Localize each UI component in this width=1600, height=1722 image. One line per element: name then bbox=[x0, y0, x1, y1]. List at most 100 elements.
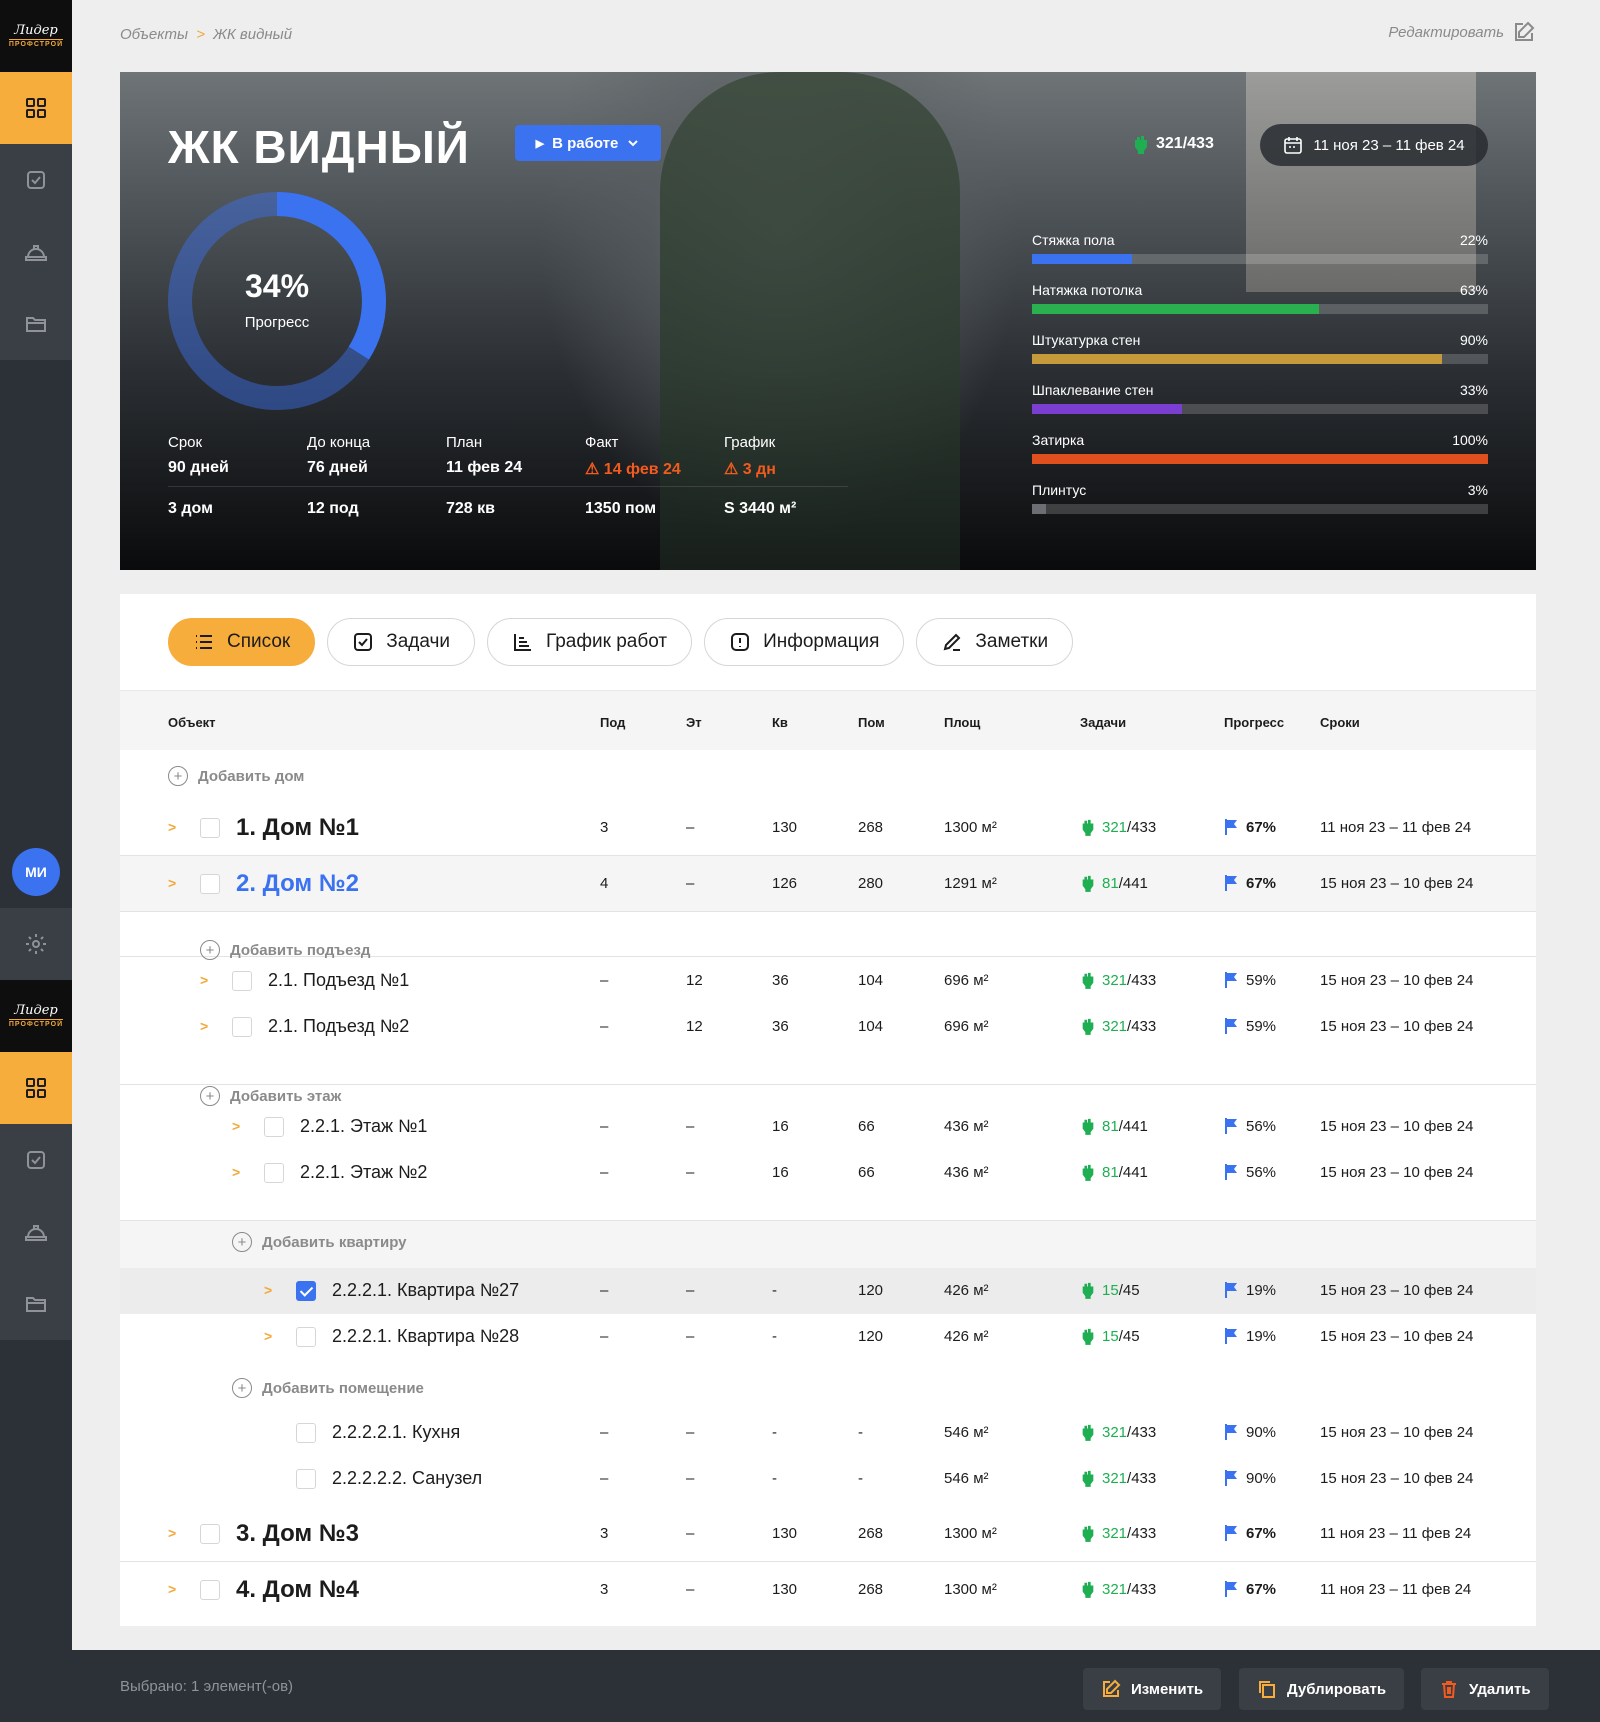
tab-info[interactable]: Информация bbox=[704, 618, 905, 666]
plus-circle-icon: + bbox=[200, 940, 220, 960]
row-name[interactable]: 2.2.2.1. Квартира №27 bbox=[332, 1280, 519, 1301]
cell-dates: 11 ноя 23 – 11 фев 24 bbox=[1320, 1525, 1472, 1542]
add-apartment-button[interactable]: + Добавить квартиру bbox=[232, 1232, 407, 1252]
row-checkbox[interactable] bbox=[232, 1017, 252, 1037]
flag-icon bbox=[1225, 1282, 1237, 1298]
nav-objects[interactable] bbox=[0, 72, 72, 144]
cell-pod: – bbox=[600, 1018, 609, 1035]
tab-list[interactable]: Список bbox=[168, 618, 316, 666]
column-object[interactable]: Объект bbox=[168, 715, 216, 730]
column-apartments[interactable]: Кв bbox=[772, 715, 788, 730]
table-row[interactable]: 2.2.2.2.2. Санузел – – - - 546 м² 321/433 90% 15… bbox=[120, 1456, 1536, 1502]
row-checkbox[interactable] bbox=[200, 1524, 220, 1544]
add-house-button[interactable]: + Добавить дом bbox=[168, 766, 304, 786]
column-progress[interactable]: Прогресс bbox=[1224, 715, 1284, 730]
row-checkbox[interactable] bbox=[296, 1423, 316, 1443]
cell-pod: 3 bbox=[600, 1581, 609, 1598]
row-checkbox[interactable] bbox=[200, 874, 220, 894]
expand-chevron-icon[interactable]: > bbox=[168, 1581, 176, 1597]
row-checkbox[interactable] bbox=[200, 818, 220, 838]
cell-area: 696 м² bbox=[944, 972, 989, 989]
tab-schedule[interactable]: График работ bbox=[487, 618, 693, 666]
table-row[interactable]: >1. Дом №1 3 – 130 268 1300 м² 321/433 67% 11 но… bbox=[120, 800, 1536, 856]
nav-workers[interactable] bbox=[0, 216, 72, 288]
table-row[interactable]: >2.2.2.1. Квартира №28– – -120 426 м² 15/45 1… bbox=[120, 1314, 1536, 1360]
row-checkbox[interactable] bbox=[264, 1117, 284, 1137]
expand-chevron-icon[interactable]: > bbox=[168, 1525, 176, 1541]
column-dates[interactable]: Сроки bbox=[1320, 715, 1360, 730]
column-floors[interactable]: Эт bbox=[686, 715, 702, 730]
table-row[interactable]: >2.1. Подъезд №1 – 12 36 104 696 м² 321/433 59%… bbox=[120, 958, 1536, 1004]
row-checkbox[interactable] bbox=[200, 1580, 220, 1600]
row-name[interactable]: 2.2.2.1. Квартира №28 bbox=[332, 1326, 519, 1347]
settings-button[interactable] bbox=[0, 908, 72, 980]
column-entrances[interactable]: Под bbox=[600, 715, 625, 730]
row-checkbox[interactable] bbox=[264, 1163, 284, 1183]
table-row[interactable]: >2.2.1. Этаж №2 – – 16 66 436 м² 81/441 56% 15 н… bbox=[120, 1150, 1536, 1196]
row-name[interactable]: 2.2.1. Этаж №1 bbox=[300, 1116, 427, 1137]
cell-tasks: 15/45 bbox=[1080, 1281, 1140, 1299]
expand-chevron-icon[interactable]: > bbox=[264, 1328, 272, 1344]
table-row[interactable]: >2. Дом №2 4 – 126 280 1291 м² 81/441 67% 15 ноя… bbox=[120, 856, 1536, 912]
breadcrumb-root[interactable]: Объекты bbox=[120, 26, 188, 43]
cell-dates: 15 ноя 23 – 10 фев 24 bbox=[1320, 1118, 1474, 1135]
row-name[interactable]: 2.2.1. Этаж №2 bbox=[300, 1162, 427, 1183]
project-hero: ЖК ВИДНЫЙ ▶ В работе 321/433 11 ноя 23 –… bbox=[120, 72, 1536, 570]
expand-chevron-icon[interactable]: > bbox=[232, 1164, 240, 1180]
add-floor-button[interactable]: + Добавить этаж bbox=[200, 1086, 341, 1106]
delete-button[interactable]: Удалить bbox=[1421, 1668, 1549, 1710]
add-room-button[interactable]: + Добавить помещение bbox=[232, 1378, 424, 1398]
nav-documents[interactable] bbox=[0, 288, 72, 360]
add-entrance-button[interactable]: + Добавить подъезд bbox=[200, 940, 370, 960]
row-name[interactable]: 2.2.2.2.1. Кухня bbox=[332, 1422, 460, 1443]
expand-chevron-icon[interactable]: > bbox=[200, 1018, 208, 1034]
row-checkbox[interactable] bbox=[296, 1469, 316, 1489]
row-name[interactable]: 2.1. Подъезд №2 bbox=[268, 1016, 409, 1037]
row-name[interactable]: 1. Дом №1 bbox=[236, 814, 359, 842]
table-row[interactable]: >2.2.1. Этаж №1 – – 16 66 436 м² 81/441 56% 15 н… bbox=[120, 1104, 1536, 1150]
cell-progress: 19% bbox=[1224, 1327, 1276, 1345]
row-name[interactable]: 2.1. Подъезд №1 bbox=[268, 970, 409, 991]
row-checkbox[interactable] bbox=[296, 1281, 316, 1301]
table-row[interactable]: >2.1. Подъезд №2 – 12 36 104 696 м² 321/433 59%… bbox=[120, 1004, 1536, 1050]
cell-tasks: 15/45 bbox=[1080, 1327, 1140, 1345]
column-rooms[interactable]: Пом bbox=[858, 715, 885, 730]
nav-documents-2[interactable] bbox=[0, 1268, 72, 1340]
nav-workers-2[interactable] bbox=[0, 1196, 72, 1268]
row-checkbox[interactable] bbox=[232, 971, 252, 991]
table-row[interactable]: >4. Дом №4 3 – 130 268 1300 м² 321/433 67% 11 но… bbox=[120, 1562, 1536, 1618]
tab-notes[interactable]: Заметки bbox=[916, 618, 1074, 666]
stat-value: 11 фев 24 bbox=[446, 459, 523, 476]
user-avatar[interactable]: МИ bbox=[12, 848, 60, 896]
table-row[interactable]: >2.2.2.1. Квартира №27– – -120 426 м² 15/45 1… bbox=[120, 1268, 1536, 1314]
row-name[interactable]: 4. Дом №4 bbox=[236, 1576, 359, 1604]
duplicate-button[interactable]: Дублировать bbox=[1239, 1668, 1405, 1710]
date-range-text: 11 ноя 23 – 11 фев 24 bbox=[1313, 136, 1465, 154]
company-logo[interactable]: Лидер ПРОФСТРОЙ bbox=[0, 0, 72, 72]
status-dropdown[interactable]: ▶ В работе bbox=[515, 125, 661, 161]
expand-chevron-icon[interactable]: > bbox=[264, 1282, 272, 1298]
nav-tasks-2[interactable] bbox=[0, 1124, 72, 1196]
copy-icon bbox=[1259, 1681, 1275, 1698]
table-row[interactable]: >3. Дом №3 3 – 130 268 1300 м² 321/433 67% 11 но… bbox=[120, 1506, 1536, 1562]
tab-tasks[interactable]: Задачи bbox=[327, 618, 476, 666]
work-bar: Затирка 100% bbox=[1032, 432, 1488, 482]
row-name[interactable]: 3. Дом №3 bbox=[236, 1520, 359, 1548]
column-area[interactable]: Площ bbox=[944, 715, 980, 730]
row-name[interactable]: 2.2.2.2.2. Санузел bbox=[332, 1468, 482, 1489]
change-button[interactable]: Изменить bbox=[1083, 1668, 1222, 1710]
expand-chevron-icon[interactable]: > bbox=[168, 875, 176, 891]
edit-button[interactable]: Редактировать bbox=[1388, 20, 1536, 44]
company-logo-2[interactable]: Лидер ПРОФСТРОЙ bbox=[0, 980, 72, 1052]
expand-chevron-icon[interactable]: > bbox=[232, 1118, 240, 1134]
nav-tasks[interactable] bbox=[0, 144, 72, 216]
date-range-picker[interactable]: 11 ноя 23 – 11 фев 24 bbox=[1260, 124, 1488, 166]
row-checkbox[interactable] bbox=[296, 1327, 316, 1347]
table-row[interactable]: 2.2.2.2.1. Кухня – – - - 546 м² 321/433 90% 15 н… bbox=[120, 1410, 1536, 1456]
expand-chevron-icon[interactable]: > bbox=[200, 972, 208, 988]
row-name[interactable]: 2. Дом №2 bbox=[236, 870, 359, 898]
nav-objects-2[interactable] bbox=[0, 1052, 72, 1124]
column-tasks[interactable]: Задачи bbox=[1080, 715, 1126, 730]
progress-percent: 59% bbox=[1246, 1017, 1277, 1035]
expand-chevron-icon[interactable]: > bbox=[168, 819, 176, 835]
